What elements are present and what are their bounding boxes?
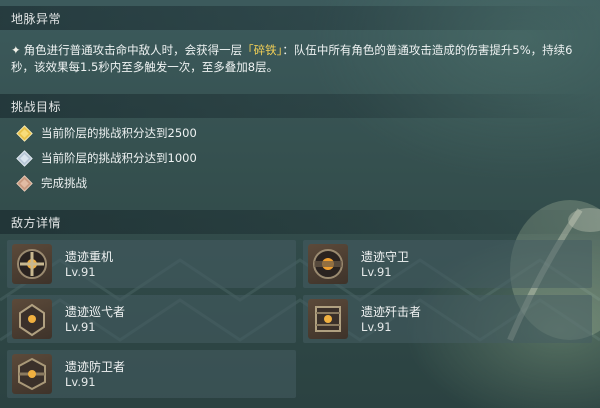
enemies-section-title: 敌方详情 bbox=[11, 215, 62, 230]
enemy-card[interactable]: 遗迹歼击者 Lv.91 bbox=[303, 295, 592, 343]
goal-item: 完成挑战 bbox=[16, 174, 87, 192]
anomaly-section-title: 地脉异常 bbox=[11, 11, 62, 26]
anomaly-description: ✦ 角色进行普通攻击命中敌人时，会获得一层「碎铁」：队伍中所有角色的普通攻击造成的… bbox=[11, 42, 591, 76]
enemy-card[interactable]: 遗迹守卫 Lv.91 bbox=[303, 240, 592, 288]
enemies-section-header: 敌方详情 bbox=[0, 210, 600, 234]
enemy-level: Lv.91 bbox=[65, 265, 96, 279]
goal-item: 当前阶层的挑战积分达到2500 bbox=[16, 124, 197, 142]
enemy-name: 遗迹重机 bbox=[65, 250, 114, 264]
gold-gem-icon bbox=[16, 124, 33, 142]
silver-gem-icon bbox=[16, 149, 33, 167]
ruin-grader-icon bbox=[12, 244, 52, 284]
goal-text: 完成挑战 bbox=[41, 176, 87, 190]
enemy-level: Lv.91 bbox=[361, 320, 392, 334]
enemy-level: Lv.91 bbox=[65, 320, 96, 334]
bullet-star-icon: ✦ bbox=[11, 43, 21, 57]
goals-section-title: 挑战目标 bbox=[11, 99, 62, 114]
enemy-card[interactable]: 遗迹重机 Lv.91 bbox=[7, 240, 296, 288]
goals-section-header: 挑战目标 bbox=[0, 94, 600, 118]
goal-item: 当前阶层的挑战积分达到1000 bbox=[16, 149, 197, 167]
ruin-defender-icon bbox=[12, 354, 52, 394]
enemy-level: Lv.91 bbox=[361, 265, 392, 279]
ruin-destroyer-icon bbox=[308, 299, 348, 339]
enemy-level: Lv.91 bbox=[65, 375, 96, 389]
enemy-name: 遗迹巡弋者 bbox=[65, 305, 126, 319]
anomaly-section-header: 地脉异常 bbox=[0, 6, 600, 30]
ruin-cruiser-icon bbox=[12, 299, 52, 339]
anomaly-highlight: 「碎铁」 bbox=[242, 43, 283, 57]
enemy-card[interactable]: 遗迹防卫者 Lv.91 bbox=[7, 350, 296, 398]
bronze-gem-icon bbox=[16, 174, 33, 192]
ruin-guard-icon bbox=[308, 244, 348, 284]
goal-text: 当前阶层的挑战积分达到1000 bbox=[41, 151, 197, 165]
enemy-name: 遗迹歼击者 bbox=[361, 305, 422, 319]
enemy-name: 遗迹守卫 bbox=[361, 250, 410, 264]
goal-text: 当前阶层的挑战积分达到2500 bbox=[41, 126, 197, 140]
enemy-card[interactable]: 遗迹巡弋者 Lv.91 bbox=[7, 295, 296, 343]
enemy-name: 遗迹防卫者 bbox=[65, 360, 126, 374]
anomaly-text-before: 角色进行普通攻击命中敌人时，会获得一层 bbox=[23, 43, 243, 57]
